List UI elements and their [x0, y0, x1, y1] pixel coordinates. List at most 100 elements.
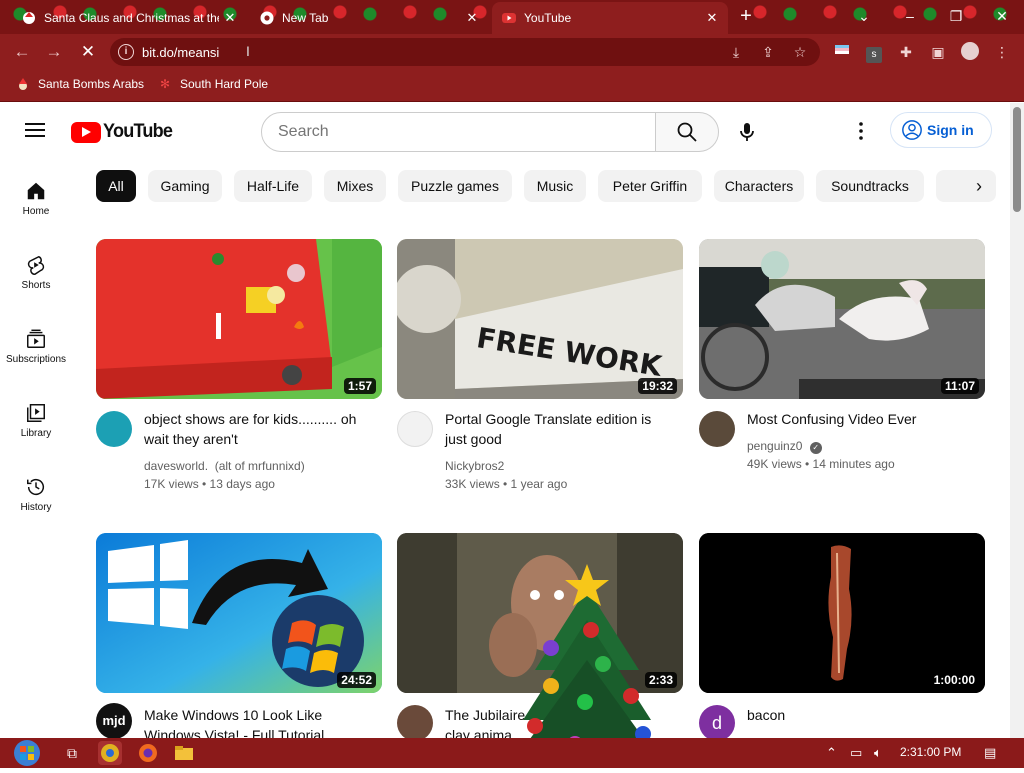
search-box[interactable] [261, 112, 656, 152]
close-window-button[interactable]: ✕ [980, 2, 1024, 30]
site-info-icon[interactable]: i [118, 44, 134, 60]
volume-icon[interactable]: 🔈︎ [874, 745, 882, 761]
video-title[interactable]: object shows are for kids.......... oh w… [144, 409, 364, 449]
chip-characters[interactable]: Characters [714, 170, 804, 202]
chip-puzzle-games[interactable]: Puzzle games [398, 170, 512, 202]
channel-avatar[interactable]: d [699, 705, 735, 738]
video-title[interactable]: Make Windows 10 Look Like Windows Vista!… [144, 705, 374, 738]
channel-avatar[interactable] [699, 411, 735, 447]
bookmarks-bar: Santa Bombs Arabs ✻ South Hard Pole [0, 70, 1024, 102]
guide-label: History [20, 502, 52, 513]
show-hidden-icons-chevron-icon[interactable]: ⌃ [826, 745, 837, 761]
chip-gaming[interactable]: Gaming [148, 170, 222, 202]
firefox-taskbar-icon[interactable] [136, 741, 160, 765]
stop-loading-icon[interactable]: ✕ [76, 40, 100, 64]
restore-button[interactable]: ❐ [934, 2, 978, 30]
chip-peter-griffin[interactable]: Peter Griffin [598, 170, 702, 202]
video-thumbnail[interactable]: 1:00:00 [699, 533, 985, 693]
guide-item-shorts[interactable]: Shorts [0, 244, 72, 304]
search-input[interactable] [278, 123, 638, 141]
task-view-icon[interactable]: ⧉ [60, 741, 84, 765]
bookmark-south-hard-pole[interactable]: ✻ South Hard Pole [158, 77, 268, 91]
video-title[interactable]: Portal Google Translate edition is just … [445, 409, 675, 449]
network-icon[interactable]: ▭ [850, 745, 862, 761]
scrollbar-thumb[interactable] [1013, 107, 1021, 212]
video-card[interactable]: 11:07 Most Confusing Video Ever penguinz… [699, 239, 985, 499]
guide-item-library[interactable]: Library [0, 392, 72, 452]
video-stats: 49K views • 14 minutes ago [747, 457, 895, 471]
chip-music[interactable]: Music [524, 170, 586, 202]
bookmark-label: Santa Bombs Arabs [38, 77, 145, 91]
tab-close-icon[interactable]: ✕ [464, 10, 480, 26]
tab-close-icon[interactable]: ✕ [704, 10, 720, 26]
chip-all[interactable]: All [96, 170, 136, 202]
hamburger-menu-icon[interactable] [22, 119, 48, 143]
tab-search-chevron-icon[interactable]: ⌄ [842, 2, 886, 30]
chip-soundtracks[interactable]: Soundtracks [816, 170, 924, 202]
start-button[interactable] [10, 738, 44, 768]
tab-close-icon[interactable]: ✕ [222, 10, 238, 26]
channel-avatar[interactable] [96, 411, 132, 447]
side-panel-icon[interactable]: ▣ [928, 42, 948, 62]
guide-item-history[interactable]: History [0, 466, 72, 526]
avatar-initials: d [711, 713, 722, 733]
bookmark-santa-bombs-arabs[interactable]: Santa Bombs Arabs [16, 77, 144, 91]
history-icon [27, 479, 45, 496]
profile-avatar-icon[interactable] [960, 42, 980, 62]
channel-name[interactable]: penguinz0 ✓ [747, 437, 822, 455]
chrome-taskbar-icon[interactable] [98, 741, 122, 765]
url-text[interactable]: bit.do/meansi [142, 45, 219, 60]
video-card[interactable]: 24:52 mjd Make Windows 10 Look Like Wind… [96, 533, 382, 738]
video-duration: 11:07 [940, 378, 979, 394]
video-title[interactable]: bacon [747, 705, 977, 725]
video-card[interactable]: 1:00:00 d bacon [699, 533, 985, 738]
install-icon[interactable]: ⤓ [726, 42, 746, 62]
settings-more-icon[interactable] [849, 119, 873, 143]
chip-half-life[interactable]: Half-Life [234, 170, 312, 202]
sign-in-button[interactable]: Sign in [890, 112, 992, 148]
forward-arrow-icon[interactable]: → [42, 40, 66, 64]
chip-mixes[interactable]: Mixes [324, 170, 386, 202]
chevron-right-icon[interactable]: › [966, 173, 992, 199]
tab-title: YouTube [524, 11, 572, 25]
channel-name[interactable]: Nickybros2 [445, 457, 504, 475]
youtube-logo-text: YouTube [103, 121, 173, 142]
channel-avatar[interactable]: mjd [96, 703, 132, 738]
taskbar-clock[interactable]: 2:31:00 PM [900, 745, 961, 759]
channel-avatar[interactable] [397, 705, 433, 738]
search-button[interactable] [655, 112, 719, 152]
extensions-puzzle-icon[interactable]: ✚ [896, 42, 916, 62]
tab-new-tab[interactable]: New Tab ✕ [250, 2, 486, 34]
bookmark-star-icon[interactable]: ☆ [790, 42, 810, 62]
video-thumbnail[interactable]: 1:57 [96, 239, 382, 399]
browser-menu-icon[interactable]: ⋮ [992, 42, 1012, 62]
back-arrow-icon[interactable]: ← [10, 40, 34, 64]
channel-name-text[interactable]: penguinz0 [747, 439, 802, 453]
address-bar[interactable]: i bit.do/meansi I ⤓ ⇪ ☆ [110, 38, 820, 66]
minimize-button[interactable]: – [888, 2, 932, 30]
guide-item-home[interactable]: Home [0, 170, 72, 230]
thumbnail-image [699, 239, 985, 399]
guide-sidebar: Home Shorts Subscriptions Library Histor… [0, 160, 72, 740]
new-tab-button[interactable]: + [728, 2, 764, 30]
tab-youtube[interactable]: YouTube ✕ [492, 2, 728, 34]
share-icon[interactable]: ⇪ [758, 42, 778, 62]
video-thumbnail[interactable]: 24:52 [96, 533, 382, 693]
page-scrollbar[interactable] [1010, 103, 1024, 738]
extension-s-icon[interactable]: s [864, 42, 884, 63]
video-card[interactable]: 1:57 object shows are for kids..........… [96, 239, 382, 499]
channel-avatar[interactable] [397, 411, 433, 447]
tab-santa-claus[interactable]: Santa Claus and Christmas at the ✕ [12, 2, 246, 34]
youtube-logo[interactable]: YouTube [71, 121, 176, 143]
file-explorer-icon[interactable] [172, 741, 196, 765]
video-thumbnail[interactable]: FREE WORK 19:32 [397, 239, 683, 399]
guide-label: Library [20, 428, 52, 439]
notifications-icon[interactable]: ▤ [984, 745, 996, 761]
voice-search-button[interactable] [727, 112, 767, 152]
guide-item-subscriptions[interactable]: Subscriptions [0, 318, 72, 378]
extension-flag-icon[interactable] [832, 42, 852, 62]
video-thumbnail[interactable]: 11:07 [699, 239, 985, 399]
video-card[interactable]: FREE WORK 19:32 Portal Google Translate … [397, 239, 683, 499]
channel-name[interactable]: davesworld. (alt of mrfunnixd) [144, 457, 305, 475]
video-title[interactable]: Most Confusing Video Ever [747, 409, 977, 429]
